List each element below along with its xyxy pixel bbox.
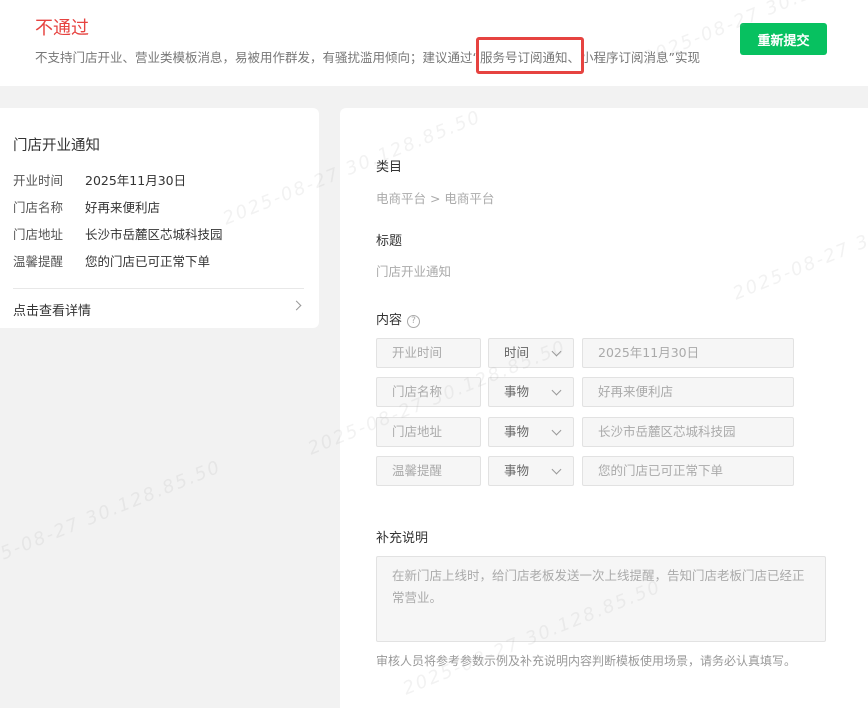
content-field-type-select: 事物	[488, 377, 574, 407]
preview-row-value: 2025年11月30日	[85, 173, 187, 188]
preview-row-label: 门店地址	[13, 227, 64, 242]
chevron-right-icon	[291, 300, 302, 311]
content-field-example: 2025年11月30日	[582, 338, 794, 368]
preview-row: 温馨提醒 您的门店已可正常下单	[13, 251, 210, 270]
rejection-reason-text-end: 小程序订阅消息”实现	[581, 50, 700, 65]
note-textarea: 在新门店上线时，给门店老板发送一次上线提醒，告知门店老板门店已经正常营业。	[376, 556, 826, 642]
rejection-reason-text: 不支持门店开业、营业类模板消息，易被用作群发，有骚扰滥用倾向；建议通过“	[35, 50, 479, 65]
content-field-type-select: 事物	[488, 456, 574, 486]
content-field-type: 事物	[504, 463, 530, 478]
content-label-text: 内容	[376, 313, 403, 328]
template-detail-panel: 类目 电商平台 > 电商平台 标题 门店开业通知 内容? 开业时间 时间 202…	[340, 108, 868, 708]
title-value: 门店开业通知	[376, 264, 452, 279]
note-label: 补充说明	[376, 531, 429, 546]
chevron-down-icon	[551, 464, 562, 475]
rejection-reason: 不支持门店开业、营业类模板消息，易被用作群发，有骚扰滥用倾向；建议通过“服务号订…	[35, 37, 700, 74]
preview-row: 开业时间 2025年11月30日	[13, 170, 186, 189]
preview-row-label: 开业时间	[13, 173, 64, 188]
content-field-type-select: 事物	[488, 417, 574, 447]
content-field-name: 温馨提醒	[376, 456, 481, 486]
template-preview-card: 门店开业通知 开业时间 2025年11月30日 门店名称 好再来便利店 门店地址 长沙…	[0, 108, 319, 328]
category-value: 电商平台 > 电商平台	[376, 191, 495, 206]
content-field-name: 门店名称	[376, 377, 481, 407]
review-status-banner: 不通过 不支持门店开业、营业类模板消息，易被用作群发，有骚扰滥用倾向；建议通过“…	[0, 0, 868, 86]
preview-row-label: 温馨提醒	[13, 254, 64, 269]
content-field-name: 开业时间	[376, 338, 481, 368]
title-label: 标题	[376, 234, 403, 249]
preview-row-value: 您的门店已可正常下单	[85, 254, 211, 269]
question-circle-icon[interactable]: ?	[407, 315, 421, 328]
content-label: 内容?	[376, 309, 421, 328]
preview-title: 门店开业通知	[13, 138, 100, 154]
view-details-label: 点击查看详情	[13, 304, 92, 319]
resubmit-button[interactable]: 重新提交	[740, 23, 827, 55]
view-details-link[interactable]: 点击查看详情	[0, 289, 319, 328]
preview-row-value: 长沙市岳麓区芯城科技园	[85, 227, 223, 242]
content-field-example: 好再来便利店	[582, 377, 794, 407]
content-field-type: 事物	[504, 424, 530, 439]
preview-row: 门店名称 好再来便利店	[13, 197, 160, 216]
watermark: 2025-08-27 30.128.85.50	[0, 456, 225, 580]
preview-row: 门店地址 长沙市岳麓区芯城科技园	[13, 224, 223, 243]
content-field-type-select: 时间	[488, 338, 574, 368]
chevron-down-icon	[551, 346, 562, 357]
chevron-down-icon	[551, 385, 562, 396]
preview-row-label: 门店名称	[13, 200, 64, 215]
preview-row-value: 好再来便利店	[85, 200, 161, 215]
content-field-type: 事物	[504, 384, 530, 399]
content-field-example: 长沙市岳麓区芯城科技园	[582, 417, 794, 447]
content-field-name: 门店地址	[376, 417, 481, 447]
review-status-title: 不通过	[35, 18, 89, 39]
content-field-example: 您的门店已可正常下单	[582, 456, 794, 486]
content-field-type: 时间	[504, 345, 530, 360]
rejection-reason-highlight: 服务号订阅通知、	[475, 37, 585, 74]
category-label: 类目	[376, 160, 403, 175]
review-hint: 审核人员将参考参数示例及补充说明内容判断模板使用场景，请务必认真填写。	[376, 654, 797, 668]
chevron-down-icon	[551, 425, 562, 436]
